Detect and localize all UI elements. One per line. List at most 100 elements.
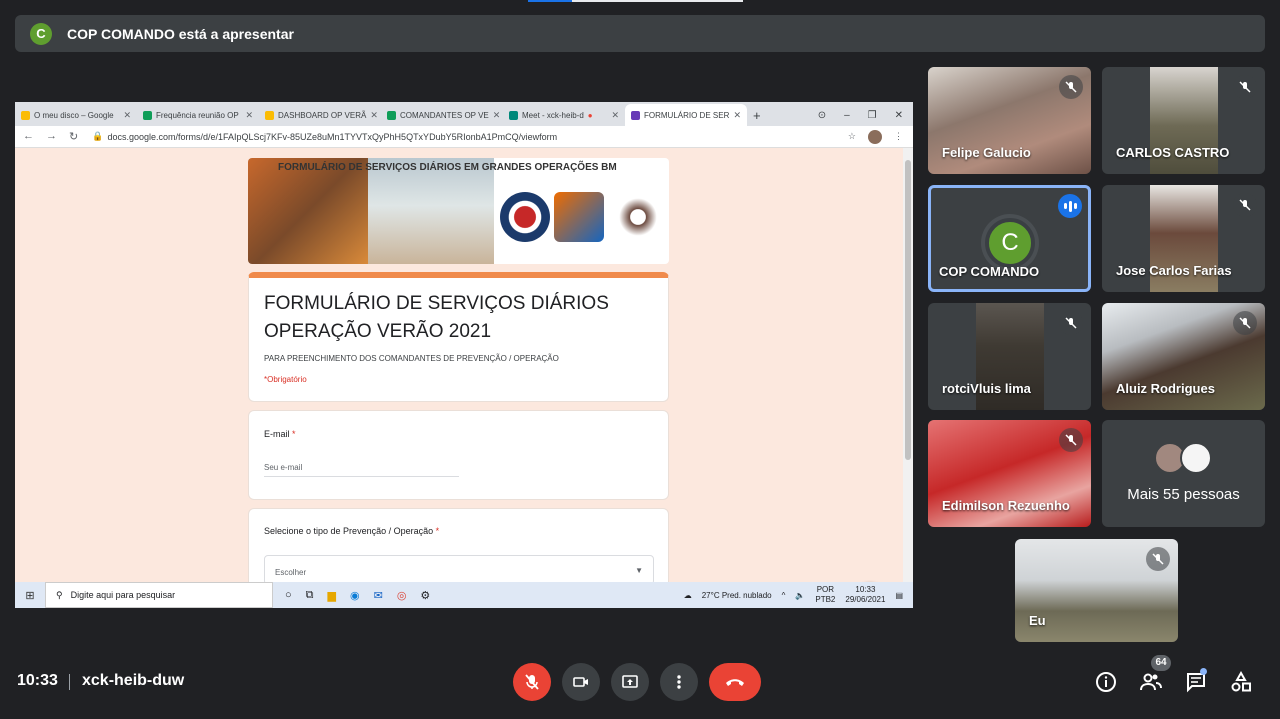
task-view-icon[interactable]: ⧉ [306, 589, 314, 602]
camera-toggle-button[interactable] [562, 663, 600, 701]
participant-tile-speaking[interactable]: C COP COMANDO [928, 185, 1091, 292]
speaking-indicator-icon [1058, 194, 1082, 218]
fire-department-logo [500, 192, 550, 242]
star-icon[interactable]: ☆ [848, 131, 856, 142]
drive-icon [265, 110, 274, 120]
settings-icon[interactable]: ⚙ [420, 589, 430, 602]
participant-tile[interactable]: CARLOS CASTRO [1102, 67, 1265, 174]
drive-icon [21, 110, 30, 120]
minimize-icon[interactable]: – [844, 110, 850, 121]
people-icon [1140, 673, 1162, 691]
presentation-text: COP COMANDO está a apresentar [67, 25, 294, 42]
tray-chevron-icon[interactable]: ^ [782, 591, 786, 600]
participant-tile[interactable]: Edimilson Rezuenho [928, 420, 1091, 527]
mic-off-icon [525, 674, 539, 690]
participant-name: Edimilson Rezuenho [942, 498, 1070, 513]
more-avatars [1154, 442, 1212, 474]
form-page: FORMULÁRIO DE SERVIÇOS DIÁRIOS EM GRANDE… [15, 148, 913, 608]
mic-off-icon [1059, 311, 1083, 335]
meeting-info-button[interactable] [1094, 670, 1118, 694]
participant-tile[interactable]: Jose Carlos Farias [1102, 185, 1265, 292]
search-icon: ⚲ [56, 589, 63, 600]
close-tab-icon[interactable]: ✕ [123, 110, 131, 121]
activities-button[interactable] [1229, 670, 1253, 694]
close-tab-icon[interactable]: ✕ [733, 110, 741, 121]
people-button[interactable] [1139, 670, 1163, 694]
maximize-icon[interactable]: ❐ [868, 110, 877, 121]
notification-icon[interactable]: ▤ [895, 591, 903, 600]
browser-tab[interactable]: DASHBOARD OP VERÃ ✕ [259, 104, 381, 126]
window-controls: ⊙ – ❐ ✕ [818, 104, 913, 126]
participant-name: Eu [1029, 613, 1046, 628]
forms-icon [631, 110, 640, 120]
menu-icon[interactable]: ⋮ [894, 131, 903, 142]
new-tab-button[interactable]: + [747, 104, 767, 126]
email-field[interactable]: Seu e-mail [264, 463, 459, 477]
system-tray: ☁ 27°C Pred. nublado ^ 🔈 POR PTB2 10:33 29… [684, 585, 913, 605]
close-tab-icon[interactable]: ✕ [611, 110, 619, 121]
mic-off-icon [1233, 75, 1257, 99]
browser-tab-strip: O meu disco – Google ✕ Frequência reunião… [15, 102, 913, 126]
browser-tab-active[interactable]: FORMULÁRIO DE SER ✕ [625, 104, 747, 126]
address-actions: ☆ ⋮ [848, 129, 913, 144]
address-bar: ← → ↻ 🔒 docs.google.com/forms/d/e/1FAIpQ… [15, 126, 913, 148]
banner-photo [368, 158, 494, 264]
self-view-tile[interactable]: Eu [1015, 539, 1178, 642]
cortana-icon[interactable]: ○ [285, 589, 292, 602]
page-scrollbar[interactable] [903, 148, 913, 582]
extension-icon[interactable]: ⊙ [818, 110, 826, 121]
browser-tab[interactable]: COMANDANTES OP VE ✕ [381, 104, 503, 126]
banner-title: FORMULÁRIO DE SERVIÇOS DIÁRIOS EM GRANDE… [278, 162, 617, 173]
meeting-code: xck-heib-duw [82, 672, 185, 689]
mic-toggle-button[interactable] [513, 663, 551, 701]
url-field[interactable]: docs.google.com/forms/d/e/1FAIpQLScj7KFv… [107, 132, 557, 142]
forward-icon[interactable]: → [46, 130, 57, 143]
lang-indicator[interactable]: POR PTB2 [815, 585, 835, 605]
present-button[interactable] [611, 663, 649, 701]
email-question-card: E-mail * Seu e-mail [248, 410, 669, 500]
participant-tile[interactable]: rotciVluis lima [928, 303, 1091, 410]
volume-icon[interactable]: 🔈 [795, 591, 805, 600]
close-tab-icon[interactable]: ✕ [370, 110, 378, 121]
taskbar-clock[interactable]: 10:33 29/06/2021 [845, 585, 885, 605]
browser-tab[interactable]: O meu disco – Google ✕ [15, 104, 137, 126]
form-title: FORMULÁRIO DE SERVIÇOS DIÁRIOS OPERAÇÃO … [264, 293, 609, 342]
file-explorer-icon[interactable]: ▆ [328, 589, 336, 602]
windows-start-icon[interactable]: ⊞ [15, 589, 45, 602]
browser-tab[interactable]: Frequência reunião OP ✕ [137, 104, 259, 126]
reload-icon[interactable]: ↻ [69, 130, 78, 143]
chat-notification-dot [1200, 668, 1207, 675]
hang-up-icon [726, 679, 744, 686]
chrome-icon[interactable]: ◎ [397, 589, 407, 602]
mail-icon[interactable]: ✉ [374, 589, 383, 602]
participant-tile[interactable]: Felipe Galucio [928, 67, 1091, 174]
profile-avatar[interactable] [868, 129, 882, 144]
browser-tab[interactable]: Meet - xck-heib-d ● ✕ [503, 104, 625, 126]
close-tab-icon[interactable]: ✕ [245, 110, 253, 121]
mic-off-icon [1059, 428, 1083, 452]
windows-taskbar: ⊞ ⚲ Digite aqui para pesquisar ○ ⧉ ▆ ◉ ✉ … [15, 582, 913, 608]
form-banner: FORMULÁRIO DE SERVIÇOS DIÁRIOS EM GRANDE… [248, 158, 669, 264]
top-indicator [528, 0, 743, 2]
email-label: E-mail * [264, 429, 296, 439]
eagle-emblem-logo [610, 192, 666, 242]
more-participants-tile[interactable]: Mais 55 pessoas [1102, 420, 1265, 527]
close-tab-icon[interactable]: ✕ [493, 110, 501, 121]
control-bar: 10:33 xck-heib-duw [0, 650, 1280, 719]
edge-icon[interactable]: ◉ [350, 589, 360, 602]
mic-off-icon [1233, 193, 1257, 217]
browser-nav: ← → ↻ [23, 130, 78, 143]
mic-off-icon [1146, 547, 1170, 571]
close-window-icon[interactable]: ✕ [895, 110, 903, 121]
more-options-button[interactable] [660, 663, 698, 701]
operation-type-select[interactable]: Escolher ▼ [264, 555, 654, 585]
taskbar-search[interactable]: ⚲ Digite aqui para pesquisar [45, 582, 273, 608]
leave-call-button[interactable] [709, 663, 761, 701]
activities-icon [1231, 671, 1251, 692]
back-icon[interactable]: ← [23, 130, 34, 143]
participant-name: CARLOS CASTRO [1116, 145, 1230, 160]
participant-tile[interactable]: Aluiz Rodrigues [1102, 303, 1265, 410]
weather-icon: ☁ [683, 590, 692, 600]
required-asterisk: * [435, 526, 440, 536]
civil-defense-logo [554, 192, 604, 242]
